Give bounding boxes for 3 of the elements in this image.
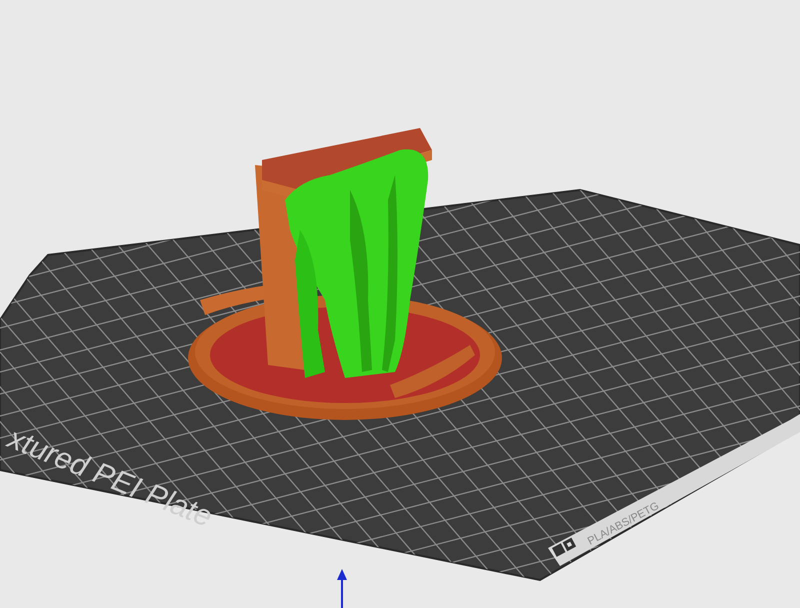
z-axis-arrow xyxy=(337,569,347,608)
plate-label: xtured PEI Plate xyxy=(3,422,217,534)
plate-logo-icon xyxy=(552,538,576,557)
